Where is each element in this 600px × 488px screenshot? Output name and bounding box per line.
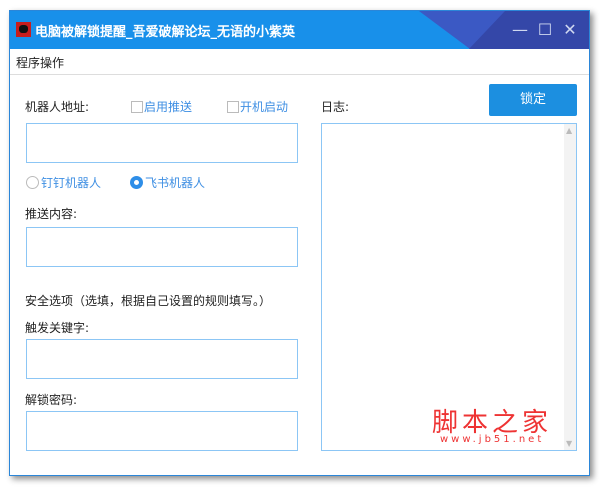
push-content-label: 推送内容: bbox=[25, 207, 78, 221]
security-options-label: 安全选项（选填，根据自己设置的规则填写。） bbox=[25, 294, 272, 308]
menu-item-program[interactable]: 程序操作 bbox=[16, 54, 64, 71]
log-label: 日志: bbox=[321, 100, 350, 114]
close-button[interactable]: ✕ bbox=[559, 19, 581, 41]
trigger-keyword-input[interactable] bbox=[26, 339, 298, 379]
app-icon bbox=[16, 22, 31, 37]
checkbox-icon bbox=[131, 101, 143, 113]
radio-feishu[interactable]: 飞书机器人 bbox=[130, 174, 205, 191]
trigger-keyword-label: 触发关键字: bbox=[25, 321, 90, 335]
window-title: 电脑被解锁提醒_吾爱破解论坛_无语的小紫英 bbox=[35, 25, 296, 40]
minimize-button[interactable]: — bbox=[509, 19, 531, 41]
autostart-checkbox[interactable]: 开机启动 bbox=[227, 98, 288, 115]
robot-address-input[interactable] bbox=[26, 123, 298, 163]
scroll-up-icon[interactable]: ▲ bbox=[566, 126, 572, 135]
menu-bar: 程序操作 bbox=[10, 49, 589, 75]
scroll-down-icon[interactable]: ▼ bbox=[566, 439, 572, 448]
unlock-password-input[interactable] bbox=[26, 411, 298, 451]
radio-dingtalk-label: 钉钉机器人 bbox=[41, 176, 102, 190]
robot-address-label: 机器人地址: bbox=[25, 100, 90, 114]
radio-feishu-label: 飞书机器人 bbox=[145, 176, 206, 190]
radio-icon bbox=[26, 176, 39, 189]
maximize-button[interactable]: ☐ bbox=[534, 19, 556, 41]
radio-selected-icon bbox=[130, 176, 143, 189]
unlock-password-label: 解锁密码: bbox=[25, 393, 78, 407]
title-bar: 电脑被解锁提醒_吾爱破解论坛_无语的小紫英 — ☐ ✕ bbox=[10, 11, 589, 49]
checkbox-icon bbox=[227, 101, 239, 113]
log-scrollbar[interactable]: ▲ ▼ bbox=[564, 124, 576, 450]
lock-button[interactable]: 锁定 bbox=[489, 84, 577, 116]
radio-dingtalk[interactable]: 钉钉机器人 bbox=[26, 174, 101, 191]
enable-push-label: 启用推送 bbox=[144, 100, 193, 114]
push-content-input[interactable] bbox=[26, 227, 298, 267]
watermark-url: www.jb51.net bbox=[440, 434, 545, 445]
autostart-label: 开机启动 bbox=[240, 100, 289, 114]
enable-push-checkbox[interactable]: 启用推送 bbox=[131, 98, 192, 115]
